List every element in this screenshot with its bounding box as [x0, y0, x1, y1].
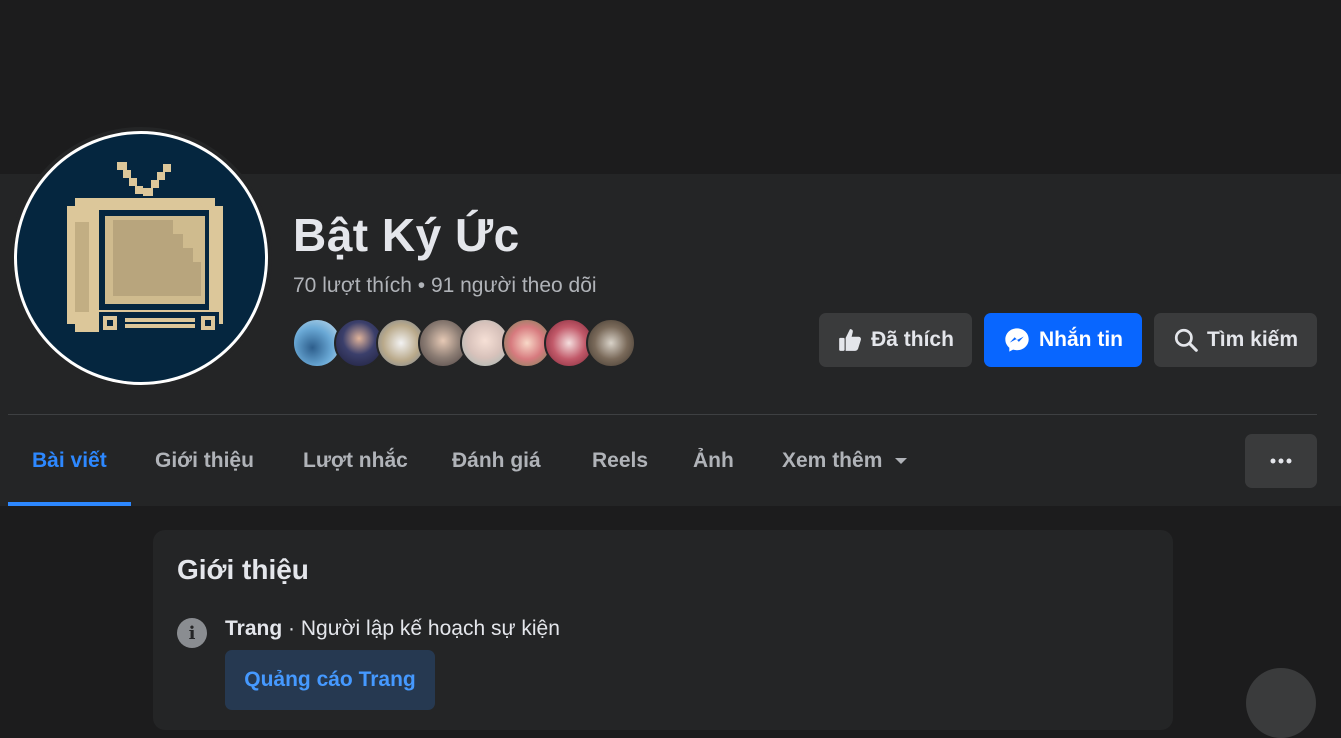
likes-count[interactable]: 70 lượt thích — [293, 274, 412, 297]
thumbs-up-icon — [839, 329, 862, 351]
header-divider — [8, 414, 1317, 415]
type-separator: · — [288, 617, 296, 640]
search-button[interactable]: Tìm kiếm — [1154, 313, 1317, 367]
message-button[interactable]: Nhắn tin — [984, 313, 1142, 367]
followers-count[interactable]: 91 người theo dõi — [431, 274, 597, 297]
message-button-label: Nhắn tin — [1039, 328, 1123, 351]
search-icon — [1174, 328, 1198, 352]
page-category: Người lập kế hoạch sự kiện — [300, 617, 560, 640]
tab-label: Bài viết — [32, 449, 107, 472]
tab-label: Reels — [592, 449, 649, 472]
tab-reviews[interactable]: Đánh giá — [452, 416, 541, 506]
page-tabs: Bài viết Giới thiệu Lượt nhắc Đánh giá R… — [8, 416, 1238, 506]
tab-reels[interactable]: Reels — [592, 416, 648, 506]
tab-label: Đánh giá — [452, 449, 541, 472]
intro-card: Giới thiệu i Trang · Người lập kế hoạch … — [153, 530, 1173, 730]
tab-about[interactable]: Giới thiệu — [155, 416, 254, 506]
avatar-background — [17, 134, 265, 382]
active-tab-indicator — [8, 502, 131, 506]
stats-separator: • — [417, 274, 426, 297]
tab-label: Giới thiệu — [155, 449, 254, 472]
floating-action-button[interactable] — [1246, 668, 1316, 738]
tab-label: Lượt nhắc — [303, 449, 408, 472]
more-horizontal-icon — [1270, 458, 1292, 464]
liked-button-label: Đã thích — [871, 328, 954, 351]
more-options-button[interactable] — [1245, 434, 1317, 488]
tab-label: Xem thêm — [782, 449, 883, 472]
page-avatar[interactable] — [14, 131, 268, 385]
page-type-label: Trang — [225, 617, 283, 640]
page-stats: 70 lượt thích • 91 người theo dõi — [293, 274, 597, 298]
liked-button[interactable]: Đã thích — [819, 313, 972, 367]
page-category-row: i Trang · Người lập kế hoạch sự kiện — [177, 610, 560, 648]
friend-avatar[interactable] — [586, 318, 636, 368]
tab-see-more[interactable]: Xem thêm — [782, 416, 908, 506]
tab-label: Ảnh — [693, 449, 734, 472]
tab-posts[interactable]: Bài viết — [32, 416, 107, 506]
page-title: Bật Ký Ức — [293, 209, 520, 261]
info-icon: i — [177, 618, 207, 648]
tab-photos[interactable]: Ảnh — [693, 416, 734, 506]
promote-page-button[interactable]: Quảng cáo Trang — [225, 650, 435, 710]
friend-avatars — [292, 318, 652, 368]
messenger-icon — [1005, 328, 1029, 352]
retro-tv-logo-icon — [67, 162, 223, 334]
caret-down-icon — [895, 458, 908, 464]
search-button-label: Tìm kiếm — [1206, 328, 1299, 351]
tab-mentions[interactable]: Lượt nhắc — [303, 416, 408, 506]
intro-title: Giới thiệu — [177, 554, 309, 585]
